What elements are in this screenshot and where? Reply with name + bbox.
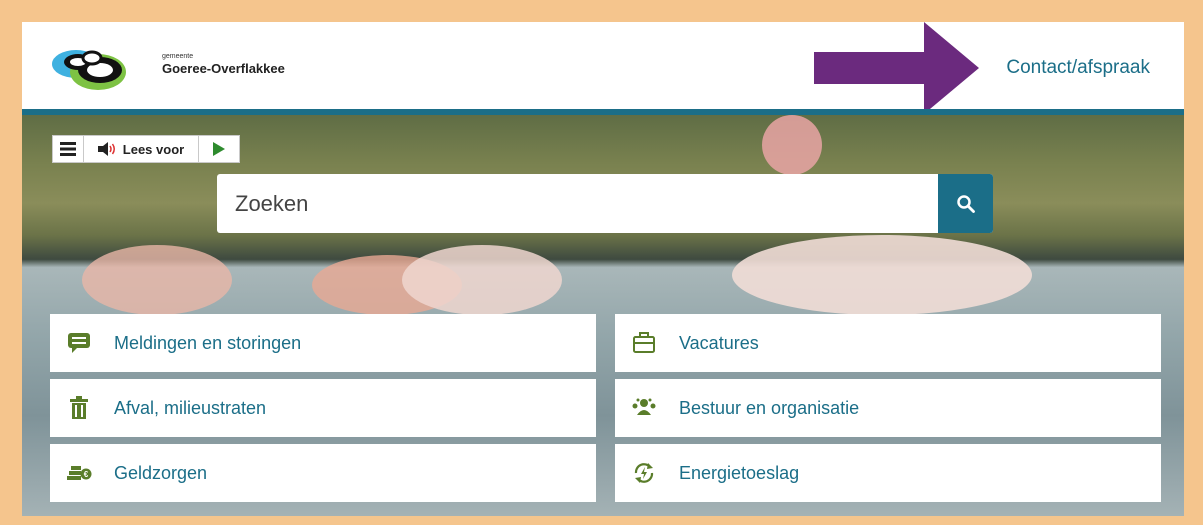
- tile-label: Bestuur en organisatie: [679, 397, 860, 418]
- page-frame: gemeente Goeree-Overflakkee Contact/afsp…: [22, 22, 1184, 516]
- logo-text: gemeente Goeree-Overflakkee: [162, 53, 285, 77]
- hamburger-icon: [60, 142, 76, 156]
- hero-image: Lees voor Zoeken Meldingen en storingen …: [22, 115, 1184, 516]
- speaker-icon: [97, 142, 115, 156]
- site-header: gemeente Goeree-Overflakkee Contact/afsp…: [22, 22, 1184, 114]
- tile-label: Meldingen en storingen: [114, 332, 302, 353]
- search-button[interactable]: [938, 174, 993, 233]
- search-input[interactable]: [217, 174, 938, 233]
- play-icon: [213, 142, 225, 156]
- tile-label: Afval, milieustraten: [114, 397, 267, 418]
- flamingo-shape: [732, 235, 1032, 315]
- tile-label: Energietoeslag: [679, 462, 800, 483]
- arrow-annotation: [814, 22, 979, 114]
- trash-bin-icon: [64, 396, 94, 420]
- menu-button[interactable]: [53, 136, 84, 162]
- tile-geldzorgen[interactable]: € Geldzorgen: [50, 444, 596, 502]
- tile-energietoeslag[interactable]: Energietoeslag: [615, 444, 1161, 502]
- tile-afval[interactable]: Afval, milieustraten: [50, 379, 596, 437]
- read-aloud-label: Lees voor: [122, 141, 185, 157]
- speech-bubble-icon: [64, 332, 94, 354]
- flamingo-shape: [762, 115, 822, 175]
- tile-label: Vacatures: [679, 332, 759, 353]
- search-bar: [217, 174, 993, 233]
- read-aloud-toolbar: Lees voor: [52, 135, 240, 163]
- flamingo-shape: [402, 245, 562, 315]
- people-group-icon: [629, 397, 659, 419]
- search-icon: [956, 194, 975, 213]
- municipality-logo[interactable]: [50, 42, 154, 94]
- tile-bestuur[interactable]: Bestuur en organisatie: [615, 379, 1161, 437]
- logo-title: Goeree-Overflakkee: [162, 61, 285, 76]
- svg-text:€: €: [84, 470, 89, 479]
- flamingo-shape: [82, 245, 232, 315]
- briefcase-icon: [629, 332, 659, 354]
- tile-meldingen[interactable]: Meldingen en storingen: [50, 314, 596, 372]
- energy-cycle-icon: [629, 461, 659, 485]
- logo-small-text: gemeente: [162, 53, 194, 60]
- tile-vacatures[interactable]: Vacatures: [615, 314, 1161, 372]
- contact-link[interactable]: Contact/afspraak: [1006, 57, 1150, 79]
- coins-icon: €: [64, 463, 94, 483]
- tile-label: Geldzorgen: [114, 462, 208, 483]
- read-aloud-button[interactable]: Lees voor: [84, 136, 199, 162]
- play-button[interactable]: [199, 136, 239, 162]
